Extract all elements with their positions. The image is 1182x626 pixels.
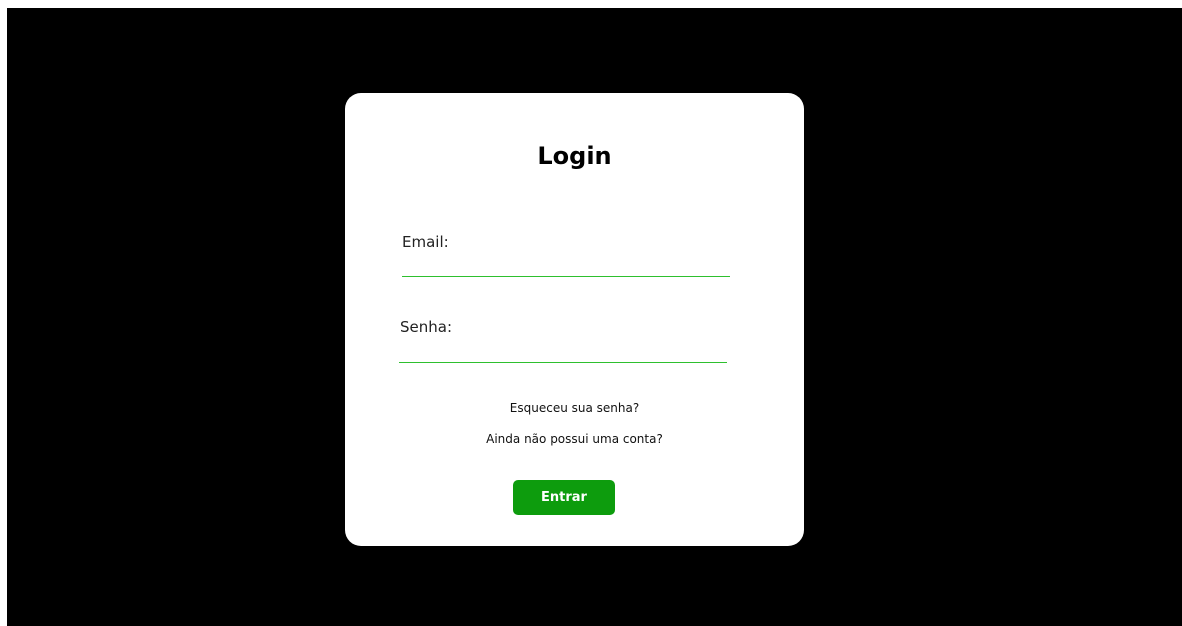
email-label: Email: bbox=[402, 233, 449, 251]
page-title: Login bbox=[537, 142, 612, 170]
password-label: Senha: bbox=[400, 318, 453, 336]
forgot-password-link[interactable]: Esqueceu sua senha? bbox=[345, 401, 804, 415]
submit-button[interactable]: Entrar bbox=[513, 480, 615, 515]
signup-link[interactable]: Ainda não possui uma conta? bbox=[345, 432, 804, 446]
page-background: Login Email: Senha: Esqueceu sua senha? … bbox=[7, 8, 1182, 626]
email-field[interactable] bbox=[402, 254, 730, 277]
login-card: Login Email: Senha: Esqueceu sua senha? … bbox=[345, 93, 804, 546]
password-field[interactable] bbox=[399, 340, 727, 363]
